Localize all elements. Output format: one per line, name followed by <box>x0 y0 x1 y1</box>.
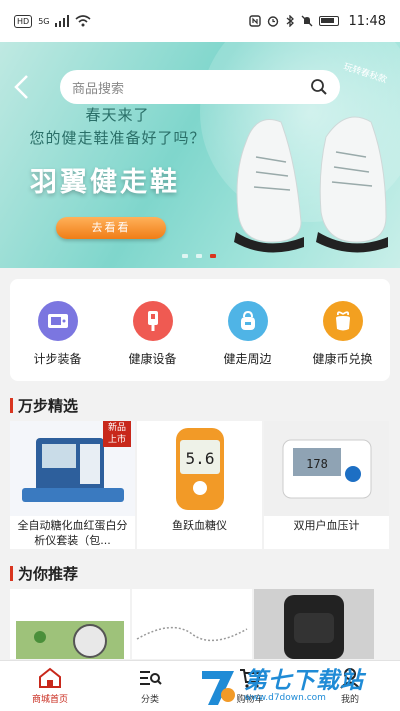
gift-icon <box>322 301 363 341</box>
recommended-card[interactable] <box>132 589 252 659</box>
battery-icon <box>318 16 339 26</box>
search-icon[interactable] <box>310 78 328 96</box>
carousel-dots <box>182 254 216 258</box>
product-name: 全自动糖化血红蛋白分析仪套装（包... <box>17 519 128 547</box>
shoes-image <box>234 116 388 253</box>
recommended-card[interactable] <box>254 589 374 659</box>
product-card[interactable]: 5.6 鱼跃血糖仪 <box>137 421 262 549</box>
new-badge: 新品 上市 <box>103 421 131 447</box>
svg-text:5.6: 5.6 <box>185 449 214 468</box>
carousel-dot-active[interactable] <box>210 254 216 258</box>
tab-category[interactable]: 分类 <box>100 661 200 711</box>
back-arrow-icon[interactable] <box>10 72 34 102</box>
alarm-icon <box>267 16 278 27</box>
category-coin-exchange[interactable]: 健康币兑换 <box>298 301 388 381</box>
section-title-featured: 万步精选 <box>10 395 78 416</box>
category-label: 计步装备 <box>33 352 82 366</box>
section-title-recommended: 为你推荐 <box>10 563 78 584</box>
network-label: 5G <box>38 16 50 26</box>
wifi-icon <box>75 15 92 27</box>
backpack-icon <box>227 301 268 341</box>
recommended-products <box>10 589 400 659</box>
product-image: 178 <box>264 421 389 516</box>
thermometer-icon <box>132 301 173 341</box>
svg-text:178: 178 <box>306 457 328 471</box>
product-name: 双用户血压计 <box>293 519 360 532</box>
featured-products: 新品 上市 全自动糖化血红蛋白分析仪套装（包... 5.6 鱼跃血糖仪 178 双… <box>10 421 400 549</box>
category-label: 健康设备 <box>128 352 177 366</box>
category-label: 健康币兑换 <box>312 352 373 366</box>
product-name: 鱼跃血糖仪 <box>172 519 227 532</box>
banner-line2: 您的健走鞋准备好了吗？ <box>29 129 206 147</box>
category-health-devices[interactable]: 健康设备 <box>108 301 198 381</box>
watermark-text: 第七下载站 <box>244 667 364 694</box>
banner-line1: 春天来了 <box>85 106 150 124</box>
product-card[interactable]: 新品 上市 全自动糖化血红蛋白分析仪套装（包... <box>10 421 135 549</box>
bluetooth-icon <box>286 15 294 27</box>
banner-headline: 春天来了 您的健走鞋准备好了吗？ <box>20 104 215 148</box>
product-image: 5.6 <box>137 421 262 516</box>
search-placeholder: 商品搜索 <box>72 81 125 97</box>
tab-label: 分类 <box>140 695 159 705</box>
site-watermark: 第七下载站 www.d7down.com <box>198 660 398 711</box>
watermark-url: www.d7down.com <box>244 692 326 703</box>
status-bar: HD 5G 11:48 <box>0 0 400 42</box>
clock: 11:48 <box>348 13 386 29</box>
product-card[interactable]: 178 双用户血压计 <box>264 421 389 549</box>
banner-title: 羽翼健走鞋 <box>30 167 180 198</box>
hd-icon: HD <box>14 14 33 28</box>
tab-label: 商城首页 <box>31 695 68 705</box>
recommended-card[interactable] <box>10 589 130 659</box>
status-left: HD 5G <box>14 14 92 28</box>
go-look-button[interactable]: 去看看 <box>56 217 166 239</box>
carousel-dot[interactable] <box>182 254 188 258</box>
product-image <box>284 595 344 659</box>
search-input[interactable]: 商品搜索 <box>60 70 340 104</box>
category-icon <box>140 671 162 685</box>
nfc-icon <box>248 15 261 27</box>
category-walking-gear[interactable]: 健走周边 <box>203 301 293 381</box>
category-label: 健走周边 <box>223 352 272 366</box>
category-grid: 计步装备 健康设备 健走周边 健康币兑换 <box>10 279 390 381</box>
watermark-text-group: 第七下载站 www.d7down.com <box>244 669 364 703</box>
carousel-dot[interactable] <box>196 254 202 258</box>
status-right: 11:48 <box>248 13 386 29</box>
mute-icon <box>301 15 312 27</box>
watermark-logo-icon <box>202 670 235 705</box>
signal-icon <box>55 15 70 27</box>
home-icon <box>39 667 61 688</box>
category-pedometer[interactable]: 计步装备 <box>13 301 103 381</box>
promo-banner[interactable]: 商品搜索 玩转春秋款 春天来了 您的健走鞋准备好了吗？ 羽翼健走鞋 去看看 <box>0 42 400 268</box>
tab-home[interactable]: 商城首页 <box>0 661 100 711</box>
product-image <box>16 621 124 659</box>
pedometer-icon <box>37 301 78 341</box>
product-image <box>136 626 248 642</box>
